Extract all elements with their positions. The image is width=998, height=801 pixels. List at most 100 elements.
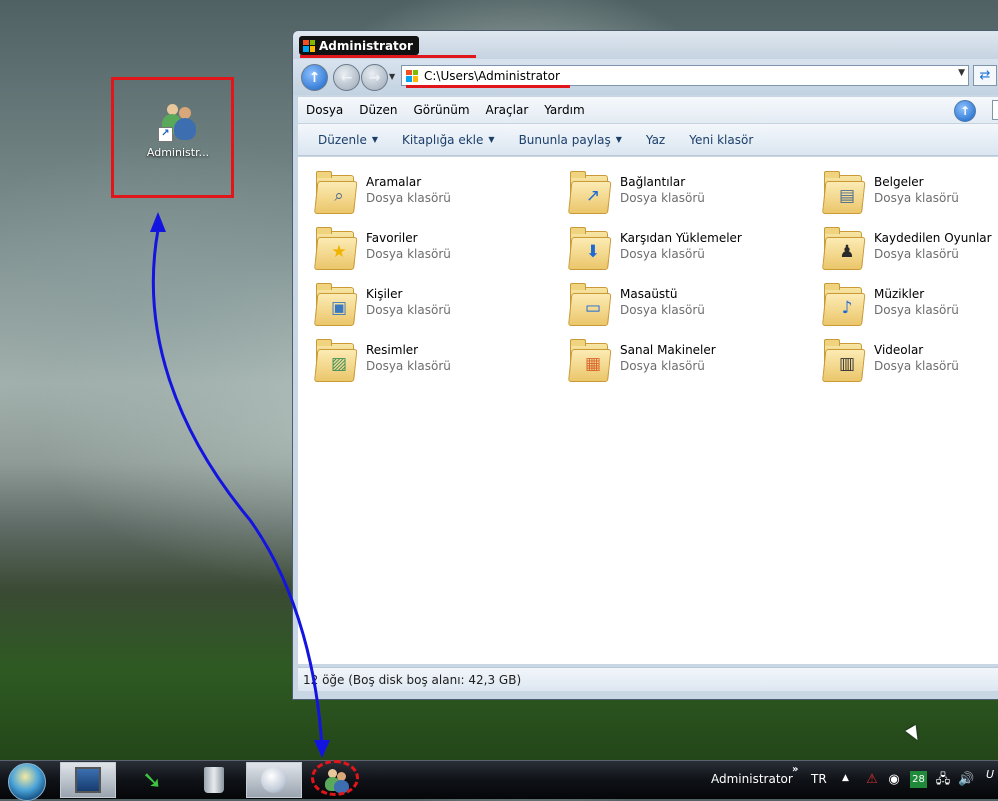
folder-name: Kişiler xyxy=(366,287,403,301)
burn-button[interactable]: Yaz xyxy=(634,133,677,147)
chevron-down-icon: ▼ xyxy=(371,135,379,144)
folder-name: Aramalar xyxy=(366,175,422,189)
folder-item[interactable]: ♪ Müzikler Dosya klasörü xyxy=(822,281,998,337)
circle-icon[interactable]: ◉ xyxy=(886,772,902,788)
folder-type: Dosya klasörü xyxy=(874,191,959,205)
taskbar-sphere-button[interactable] xyxy=(246,762,302,798)
folder-icon: ★ xyxy=(314,225,358,270)
folder-icon: ▦ xyxy=(568,337,612,382)
menu-yardim[interactable]: Yardım xyxy=(536,103,592,117)
address-underline xyxy=(406,85,570,88)
folder-icon: ▭ xyxy=(568,281,612,326)
folder-item[interactable]: ▥ Videolar Dosya klasörü xyxy=(822,337,998,393)
window-title: Administrator xyxy=(299,36,419,55)
chess-icon: ♟ xyxy=(839,242,855,262)
back-button[interactable]: ← xyxy=(333,64,360,91)
taskbar-recycle-bin-button[interactable] xyxy=(186,762,242,798)
up-button[interactable]: ↑ xyxy=(301,64,328,91)
highlight-box xyxy=(111,77,234,198)
monitor-icon: ▭ xyxy=(584,298,602,318)
folder-item[interactable]: ↗ Bağlantılar Dosya klasörü xyxy=(568,169,822,225)
contact-icon: ▣ xyxy=(330,298,348,318)
refresh-button[interactable]: ⇄ xyxy=(973,65,997,86)
folder-name: Resimler xyxy=(366,343,419,357)
folder-item[interactable]: ▨ Resimler Dosya klasörü xyxy=(314,337,568,393)
virtual-machine-icon: ▦ xyxy=(584,354,602,374)
command-bar: Düzenle ▼ Kitaplığa ekle ▼ Bununla paylaş ▼… xyxy=(298,124,998,156)
organize-button[interactable]: Düzenle ▼ xyxy=(306,133,390,147)
folder-name: Karşıdan Yüklemeler xyxy=(620,231,742,245)
computer-icon xyxy=(75,767,101,793)
folder-name: Kaydedilen Oyunlar xyxy=(874,231,992,245)
recent-pages-chevron-icon[interactable]: ▼ xyxy=(389,72,395,81)
menu-bar: Dosya Düzen Görünüm Araçlar Yardım ↑ xyxy=(298,97,998,124)
language-indicator[interactable]: TR xyxy=(811,772,827,786)
folder-item[interactable]: ▦ Sanal Makineler Dosya klasörü xyxy=(568,337,822,393)
navigation-bar: ↑ ← → ▼ C:\Users\Administrator ▼ ⇄ xyxy=(293,59,998,95)
tray-badge[interactable]: 28 xyxy=(910,771,927,788)
folder-icon: ⌕ xyxy=(314,169,358,214)
folder-type: Dosya klasörü xyxy=(620,359,705,373)
sphere-icon xyxy=(261,767,287,793)
folder-item[interactable]: ⌕ Aramalar Dosya klasörü xyxy=(314,169,568,225)
folder-icon: ▨ xyxy=(314,337,358,382)
menu-duzen[interactable]: Düzen xyxy=(351,103,405,117)
film-icon: ▥ xyxy=(838,354,856,374)
folder-item[interactable]: ⬇ Karşıdan Yüklemeler Dosya klasörü xyxy=(568,225,822,281)
taskbar-update-button[interactable]: ➘ xyxy=(124,762,180,798)
folder-type: Dosya klasörü xyxy=(874,303,959,317)
clock[interactable]: U xyxy=(986,768,994,781)
folder-icon: ▤ xyxy=(822,169,866,214)
tray-chevron-icon[interactable]: » xyxy=(792,764,798,775)
folder-name: Masaüstü xyxy=(620,287,678,301)
folder-item[interactable]: ▭ Masaüstü Dosya klasörü xyxy=(568,281,822,337)
recycle-bin-icon xyxy=(204,767,224,793)
folder-type: Dosya klasörü xyxy=(366,191,451,205)
status-bar: 12 öğe (Boş disk boş alanı: 42,3 GB) xyxy=(298,667,998,691)
picture-icon: ▨ xyxy=(330,354,348,374)
up-arrow-icon[interactable]: ↑ xyxy=(954,100,976,122)
folder-name: Sanal Makineler xyxy=(620,343,716,357)
window-title-text: Administrator xyxy=(319,38,413,53)
address-bar[interactable]: C:\Users\Administrator ▼ xyxy=(401,65,969,86)
folder-icon: ↗ xyxy=(568,169,612,214)
network-warning-icon[interactable]: ⚠ xyxy=(864,772,880,788)
folder-item[interactable]: ▤ Belgeler Dosya klasörü xyxy=(822,169,998,225)
highlight-circle xyxy=(311,760,359,796)
start-button[interactable] xyxy=(8,763,46,801)
menu-dosya[interactable]: Dosya xyxy=(298,103,351,117)
address-text: C:\Users\Administrator xyxy=(424,68,560,83)
share-with-button[interactable]: Bununla paylaş ▼ xyxy=(507,133,634,147)
folder-item[interactable]: ★ Favoriler Dosya klasörü xyxy=(314,225,568,281)
folder-icon: ♪ xyxy=(822,281,866,326)
download-icon: ⬇ xyxy=(585,242,601,262)
folder-item[interactable]: ♟ Kaydedilen Oyunlar Dosya klasörü xyxy=(822,225,998,281)
folder-name: Bağlantılar xyxy=(620,175,686,189)
folder-type: Dosya klasörü xyxy=(620,247,705,261)
folder-icon: ♟ xyxy=(822,225,866,270)
windows-flag-icon xyxy=(303,39,315,52)
menu-araclar[interactable]: Araçlar xyxy=(478,103,537,117)
mouse-cursor-icon xyxy=(905,724,923,744)
chevron-down-icon: ▼ xyxy=(615,135,622,144)
volume-icon[interactable]: 🔊 xyxy=(958,772,974,788)
folder-icon: ▥ xyxy=(822,337,866,382)
address-dropdown-icon[interactable]: ▼ xyxy=(958,68,965,78)
new-folder-button[interactable]: Yeni klasör xyxy=(677,133,765,147)
folder-icon: ▣ xyxy=(314,281,358,326)
music-icon: ♪ xyxy=(841,298,853,318)
show-hidden-icons-button[interactable]: ▲ xyxy=(842,773,849,783)
folder-type: Dosya klasörü xyxy=(874,359,959,373)
folder-item[interactable]: ▣ Kişiler Dosya klasörü xyxy=(314,281,568,337)
arrow-icon: ↗ xyxy=(585,186,601,206)
magnifier-icon: ⌕ xyxy=(334,186,344,206)
tray-user-label[interactable]: Administrator xyxy=(711,772,793,786)
taskbar-computer-button[interactable] xyxy=(60,762,116,798)
title-underline xyxy=(300,55,476,58)
add-to-library-button[interactable]: Kitaplığa ekle ▼ xyxy=(390,133,507,147)
menu-gorunum[interactable]: Görünüm xyxy=(405,103,477,117)
network-icon[interactable]: 🖧 xyxy=(935,772,951,788)
forward-button[interactable]: → xyxy=(361,64,388,91)
folder-name: Belgeler xyxy=(874,175,924,189)
view-options-button[interactable] xyxy=(992,100,998,120)
